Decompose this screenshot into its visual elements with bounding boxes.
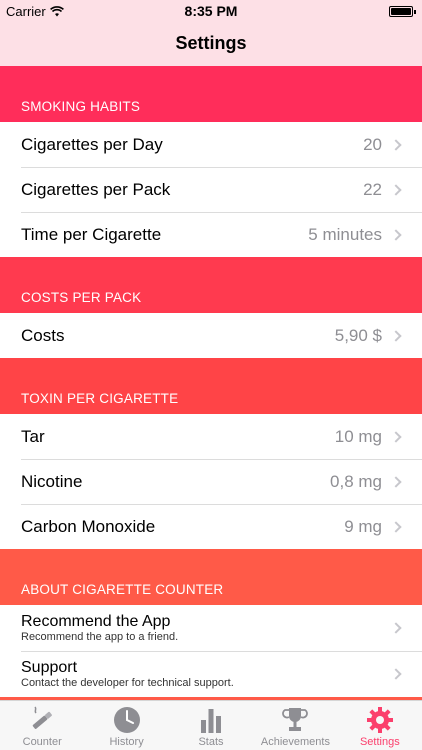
top-bar: Carrier 8:35 PM Settings	[0, 0, 422, 66]
row-value: 5 minutes	[308, 224, 382, 244]
row-cigarettes-per-pack[interactable]: Cigarettes per Pack 22	[0, 167, 422, 212]
settings-list: SMOKING HABITS Cigarettes per Day 20 Cig…	[0, 66, 422, 727]
row-label: Cigarettes per Day	[21, 134, 163, 154]
status-time: 8:35 PM	[184, 3, 238, 19]
row-recommend-app[interactable]: Recommend the App Recommend the app to a…	[0, 605, 422, 651]
row-value: 10 mg	[334, 426, 382, 446]
tab-label: History	[109, 736, 144, 748]
chevron-right-icon	[390, 138, 402, 151]
clock-icon	[113, 707, 140, 733]
tab-label: Stats	[198, 736, 224, 748]
row-label: Carbon Monoxide	[21, 516, 156, 536]
status-bar: Carrier 8:35 PM	[0, 0, 422, 22]
tab-counter[interactable]: Counter	[0, 701, 84, 750]
row-costs[interactable]: Costs 5,90 $	[0, 313, 422, 358]
row-value: 22	[363, 179, 382, 199]
section-header-smoking-habits: SMOKING HABITS	[0, 66, 422, 122]
chevron-right-icon	[390, 228, 402, 241]
row-label: Recommend the App	[21, 613, 171, 630]
chevron-right-icon	[390, 183, 402, 196]
row-value: 20	[363, 134, 382, 154]
row-cigarettes-per-day[interactable]: Cigarettes per Day 20	[0, 122, 422, 167]
section-header-about: ABOUT CIGARETTE COUNTER	[0, 549, 422, 605]
row-tar[interactable]: Tar 10 mg	[0, 414, 422, 459]
chevron-right-icon	[390, 520, 402, 533]
row-label: Nicotine	[21, 471, 83, 491]
chevron-right-icon	[390, 668, 402, 680]
section-header-toxin-per-cigarette: TOXIN PER CIGARETTE	[0, 358, 422, 414]
row-label: Costs	[21, 325, 65, 345]
chevron-right-icon	[390, 329, 402, 342]
row-value: 0,8 mg	[330, 471, 382, 491]
section-header-label: ABOUT CIGARETTE COUNTER	[21, 582, 224, 597]
row-carbon-monoxide[interactable]: Carbon Monoxide 9 mg	[0, 504, 422, 549]
tab-settings[interactable]: Settings	[338, 701, 422, 750]
row-label: Time per Cigarette	[21, 224, 162, 244]
row-support[interactable]: Support Contact the developer for techni…	[0, 651, 422, 697]
gear-icon	[366, 707, 393, 733]
row-time-per-cigarette[interactable]: Time per Cigarette 5 minutes	[0, 212, 422, 257]
tab-label: Settings	[359, 736, 400, 748]
row-label: Cigarettes per Pack	[21, 179, 171, 199]
row-label: Tar	[21, 426, 45, 446]
tab-history[interactable]: History	[84, 701, 168, 750]
battery-icon	[389, 6, 416, 17]
row-subtitle: Recommend the app to a friend.	[21, 631, 179, 643]
tab-label: Counter	[22, 736, 62, 748]
section-header-costs-per-pack: COSTS PER PACK	[0, 257, 422, 313]
chevron-right-icon	[390, 622, 402, 634]
cigarette-icon	[32, 706, 53, 729]
section-header-label: SMOKING HABITS	[21, 99, 141, 114]
row-nicotine[interactable]: Nicotine 0,8 mg	[0, 459, 422, 504]
trophy-icon	[282, 708, 309, 731]
row-subtitle: Contact the developer for technical supp…	[21, 677, 234, 689]
row-label: Support	[21, 659, 78, 676]
section-header-label: TOXIN PER CIGARETTE	[21, 391, 179, 406]
section-header-label: COSTS PER PACK	[21, 290, 142, 305]
page-title: Settings	[175, 33, 247, 53]
chevron-right-icon	[390, 430, 402, 443]
chevron-right-icon	[390, 475, 402, 488]
bar-chart-icon	[201, 709, 222, 733]
tab-stats[interactable]: Stats	[169, 701, 253, 750]
tab-bar: Counter History Stats Achievements Setti…	[0, 700, 422, 750]
tab-achievements[interactable]: Achievements	[253, 701, 337, 750]
row-value: 5,90 $	[334, 325, 382, 345]
row-value: 9 mg	[344, 516, 382, 536]
tab-label: Achievements	[260, 736, 330, 748]
